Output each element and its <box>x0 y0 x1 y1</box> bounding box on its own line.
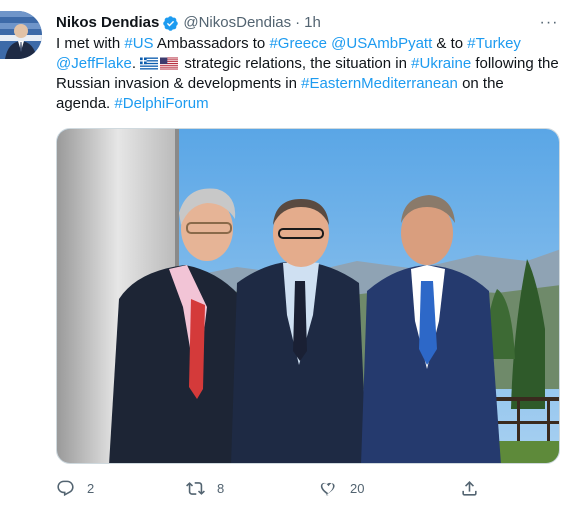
verified-badge-icon <box>163 15 179 31</box>
tweet-photo[interactable] <box>56 128 560 464</box>
avatar[interactable] <box>0 11 42 59</box>
reply-count: 2 <box>87 480 95 496</box>
hashtag-turkey[interactable]: #Turkey <box>467 35 521 52</box>
author-name[interactable]: Nikos Dendias <box>56 13 159 33</box>
greek-flag-icon <box>140 57 159 70</box>
reply-button[interactable]: 2 <box>56 476 94 500</box>
mention-jeffflake[interactable]: @JeffFlake <box>56 55 132 72</box>
mention-usambpyatt[interactable]: @USAmbPyatt <box>331 35 432 52</box>
reply-icon <box>57 480 74 496</box>
text-segment: I met with <box>56 35 125 52</box>
hashtag-delphiforum[interactable]: #DelphiForum <box>114 95 208 112</box>
share-button[interactable] <box>460 476 479 500</box>
retweet-count: 8 <box>217 480 225 496</box>
text-segment: & to <box>432 35 468 52</box>
text-segment: strategic relations, the situation in <box>180 55 412 72</box>
more-options-icon[interactable]: ··· <box>539 14 559 32</box>
text-segment: Ambassadors to <box>153 35 270 52</box>
text-segment: . <box>131 55 141 72</box>
hashtag-easternmediterranean[interactable]: #EasternMediterranean <box>301 75 458 92</box>
author-handle[interactable]: @NikosDendias <box>183 13 291 33</box>
like-count: 20 <box>350 480 365 496</box>
hashtag-ukraine[interactable]: #Ukraine <box>411 55 471 72</box>
hashtag-greece[interactable]: #Greece <box>269 35 327 52</box>
like-button[interactable]: 20 <box>319 476 364 500</box>
tweet-header: Nikos Dendias @NikosDendias · 1h <box>56 13 321 33</box>
tweet-card[interactable]: Nikos Dendias @NikosDendias · 1h ··· I m… <box>0 0 571 505</box>
action-bar: 2 8 20 <box>56 476 496 500</box>
tweet-text: I met with #US Ambassadors to #Greece @U… <box>56 34 561 114</box>
share-icon <box>462 480 477 496</box>
timestamp[interactable]: 1h <box>304 13 321 33</box>
retweet-icon <box>186 481 205 495</box>
separator-dot: · <box>295 14 301 31</box>
hashtag-us[interactable]: #US <box>124 35 153 52</box>
heart-icon <box>320 482 335 495</box>
retweet-button[interactable]: 8 <box>186 476 224 500</box>
us-flag-icon <box>160 57 179 70</box>
